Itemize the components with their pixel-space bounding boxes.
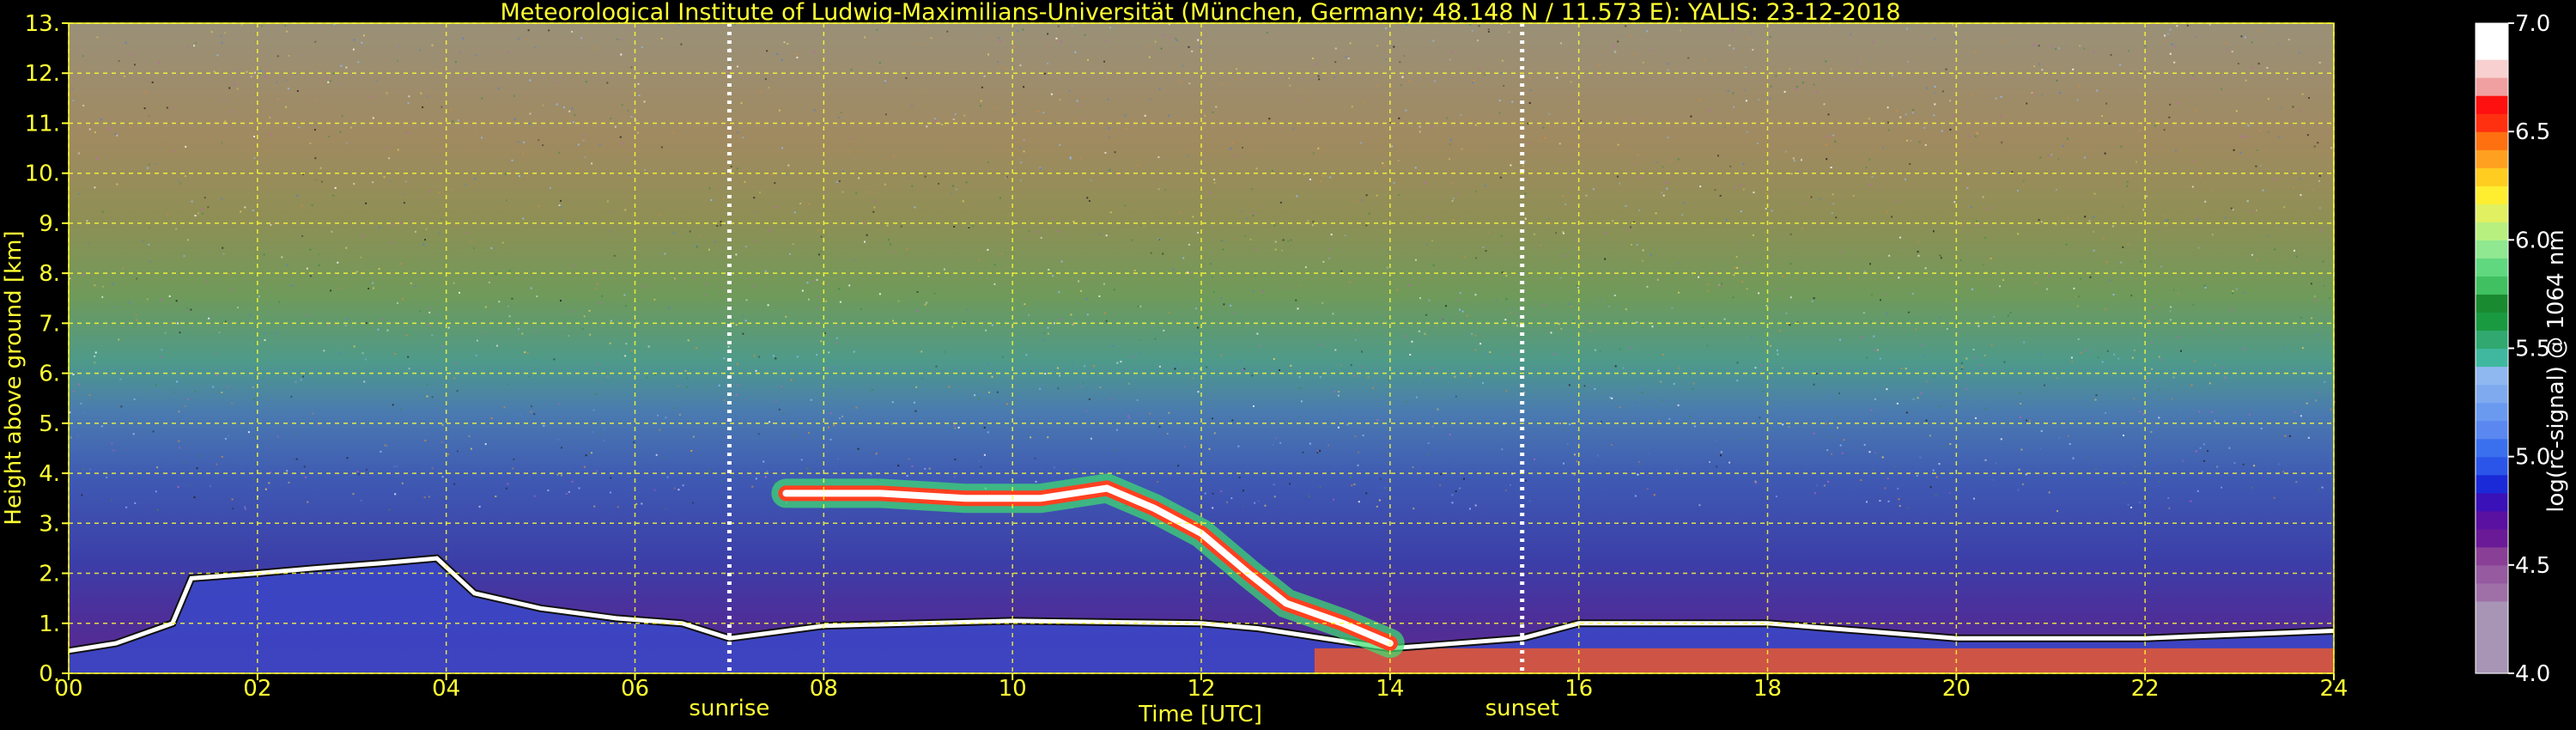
- colorbar-segment: [2476, 528, 2508, 548]
- marker-label-sunrise: sunrise: [689, 696, 769, 721]
- colorbar-tick-label: 6.5: [2515, 119, 2550, 145]
- y-tick-label: 5.: [39, 411, 60, 437]
- colorbar-segment: [2476, 564, 2508, 584]
- plot-area: sunrise sunset00 02 04 06 08 10 12 14 16 18 20 22 240…: [25, 11, 2348, 721]
- colorbar-segment: [2476, 402, 2508, 422]
- x-tick-label: 08: [810, 676, 838, 702]
- colorbar-segment: [2476, 77, 2508, 96]
- colorbar-segment: [2476, 222, 2508, 240]
- y-tick-label: 7.: [39, 311, 60, 337]
- x-tick-label: 06: [621, 676, 649, 702]
- surface-aerosol-layer: [1314, 648, 2334, 673]
- colorbar-segment: [2476, 618, 2508, 638]
- colorbar-segment: [2476, 95, 2508, 114]
- x-tick-label: 16: [1564, 676, 1593, 702]
- y-tick-label: 12.: [25, 61, 60, 87]
- colorbar-segment: [2476, 258, 2508, 277]
- colorbar-segment: [2476, 654, 2508, 674]
- colorbar-tick-label: 7.0: [2515, 11, 2550, 37]
- y-tick-label: 1.: [39, 611, 60, 637]
- y-tick-label: 6.: [39, 362, 60, 387]
- y-tick-label: 8.: [39, 261, 60, 287]
- x-tick-label: 20: [1942, 676, 1971, 702]
- colorbar-segment: [2476, 294, 2508, 313]
- colorbar-segment: [2476, 456, 2508, 476]
- colorbar-label: log(rc-signal) @ 1064 nm: [2543, 229, 2569, 512]
- colorbar-segment: [2476, 149, 2508, 168]
- colorbar-segment: [2476, 240, 2508, 259]
- colorbar-segment: [2476, 330, 2508, 350]
- x-axis-label: Time [UTC]: [1138, 702, 1262, 727]
- colorbar-segment: [2476, 312, 2508, 332]
- colorbar-segment: [2476, 492, 2508, 512]
- y-tick-label: 9.: [39, 211, 60, 237]
- x-tick-label: 14: [1376, 676, 1404, 702]
- colorbar-segment: [2476, 276, 2508, 295]
- x-tick-label: 04: [432, 676, 460, 702]
- colorbar-segment: [2476, 204, 2508, 222]
- y-tick-label: 2.: [39, 562, 60, 587]
- lidar-chart: Meteorological Institute of Ludwig-Maxim…: [0, 0, 2576, 730]
- y-tick-label: 4.: [39, 461, 60, 487]
- colorbar-segment: [2476, 420, 2508, 440]
- colorbar-segment: [2476, 113, 2508, 132]
- x-tick-label: 22: [2131, 676, 2160, 702]
- colorbar-segment: [2476, 384, 2508, 404]
- x-tick-label: 02: [243, 676, 271, 702]
- y-tick-label: 10.: [25, 161, 60, 187]
- x-tick-label: 12: [1187, 676, 1215, 702]
- x-tick-label: 10: [999, 676, 1027, 702]
- x-tick-label: 24: [2319, 676, 2348, 702]
- colorbar-segment: [2476, 600, 2508, 620]
- colorbar-segment: [2476, 636, 2508, 656]
- colorbar-tick-label: 4.0: [2515, 661, 2550, 687]
- colorbar-segment: [2476, 23, 2508, 42]
- colorbar-segment: [2476, 438, 2508, 458]
- colorbar-segment: [2476, 546, 2508, 566]
- colorbar-segment: [2476, 510, 2508, 530]
- marker-label-sunset: sunset: [1485, 696, 1559, 721]
- y-tick-label: 3.: [39, 511, 60, 537]
- chart-title: Meteorological Institute of Ludwig-Maxim…: [500, 0, 1900, 26]
- y-tick-label: 0.: [39, 661, 60, 687]
- y-tick-label: 13.: [25, 11, 60, 37]
- colorbar-segment: [2476, 131, 2508, 150]
- x-tick-label: 18: [1753, 676, 1782, 702]
- colorbar-segment: [2476, 41, 2508, 60]
- colorbar-segment: [2476, 582, 2508, 602]
- colorbar-segment: [2476, 59, 2508, 78]
- colorbar-segment: [2476, 186, 2508, 204]
- y-axis-label: Height above ground [km]: [1, 230, 27, 525]
- y-tick-label: 11.: [25, 111, 60, 137]
- colorbar-segment: [2476, 474, 2508, 494]
- colorbar-segment: [2476, 348, 2508, 368]
- colorbar-segment: [2476, 366, 2508, 386]
- colorbar-tick-label: 4.5: [2515, 553, 2550, 579]
- colorbar-segment: [2476, 167, 2508, 186]
